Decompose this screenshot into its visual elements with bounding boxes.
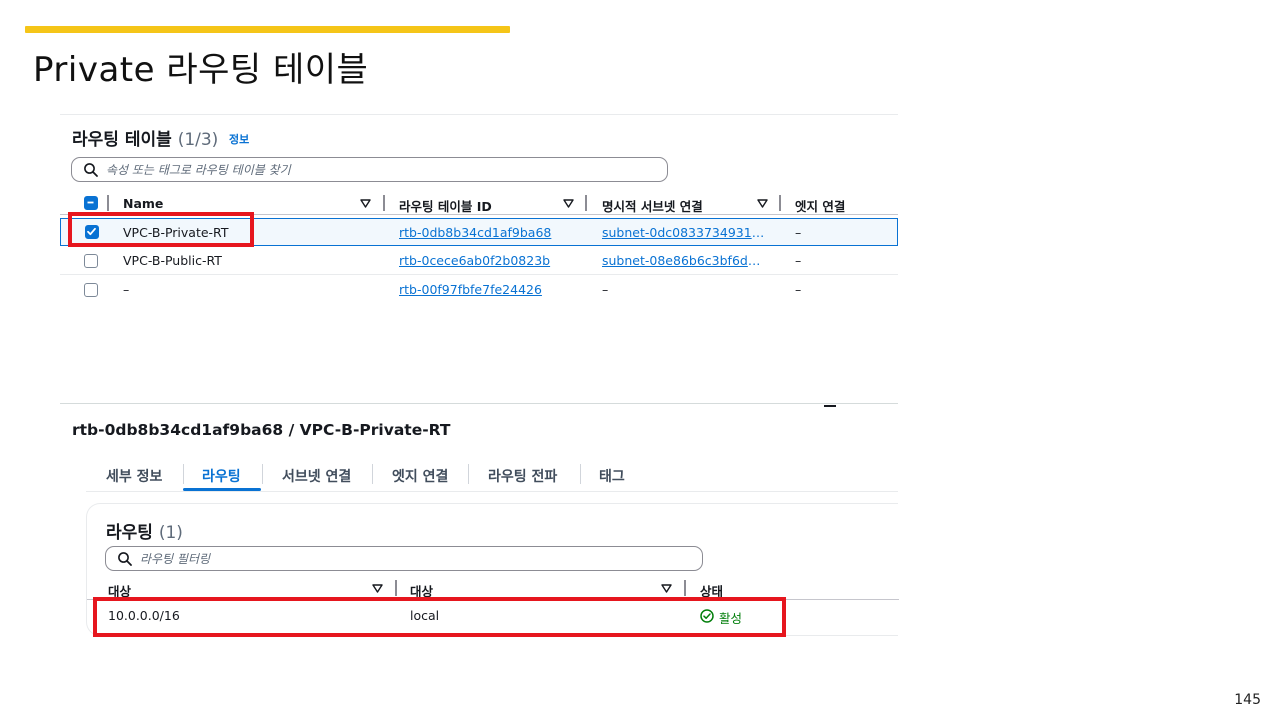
info-link[interactable]: 정보	[229, 131, 249, 147]
table-row[interactable]: VPC-B-Public-RT rtb-0cece6ab0f2b0823b su…	[60, 247, 898, 275]
row-subnet-association[interactable]: subnet-08e86b6c3bf6d0…	[602, 253, 766, 268]
active-tab-indicator	[183, 488, 261, 491]
row-checkbox[interactable]	[84, 283, 98, 297]
column-divider[interactable]	[395, 580, 397, 596]
sort-icon[interactable]	[563, 199, 574, 208]
title-accent-bar	[25, 26, 510, 33]
tab-divider	[468, 464, 469, 484]
column-divider[interactable]	[684, 580, 686, 596]
column-header-name[interactable]: Name	[123, 196, 163, 211]
row-name: –	[123, 282, 130, 297]
route-tables-count: (1/3)	[177, 130, 219, 150]
row-edge-association: –	[795, 253, 802, 268]
search-icon	[84, 163, 98, 177]
tab-divider	[372, 464, 373, 484]
routes-heading-label: 라우팅	[106, 523, 153, 543]
route-tables-panel: 라우팅 테이블 (1/3) 정보 Name 라우팅 테이블 ID 명시적 서브넷…	[60, 114, 898, 404]
route-tables-search-input[interactable]	[106, 160, 656, 179]
detail-tabs: 세부 정보 라우팅 서브넷 연결 엣지 연결 라우팅 전파 태그	[86, 458, 898, 492]
row-route-table-id[interactable]: rtb-00f97fbfe7fe24426	[399, 282, 542, 297]
routes-count: (1)	[158, 523, 183, 543]
tab-tags[interactable]: 태그	[599, 466, 625, 486]
route-tables-heading-label: 라우팅 테이블	[72, 130, 172, 150]
tab-divider	[183, 464, 184, 484]
route-tables-heading: 라우팅 테이블 (1/3)	[72, 125, 218, 150]
detail-title: rtb-0db8b34cd1af9ba68 / VPC-B-Private-RT	[72, 421, 451, 439]
row-checkbox[interactable]	[84, 254, 98, 268]
page-number: 145	[1234, 692, 1261, 708]
sort-icon[interactable]	[661, 584, 672, 593]
search-icon	[118, 552, 132, 566]
row-route-table-id[interactable]: rtb-0db8b34cd1af9ba68	[399, 225, 551, 240]
column-divider[interactable]	[779, 195, 781, 211]
tab-edge-associations[interactable]: 엣지 연결	[392, 466, 448, 486]
row-subnet-association[interactable]: subnet-0dc08337349316…	[602, 225, 766, 240]
tab-divider	[262, 464, 263, 484]
row-edge-association: –	[795, 225, 802, 240]
tab-divider	[580, 464, 581, 484]
column-divider[interactable]	[585, 195, 587, 211]
select-all-checkbox[interactable]	[84, 196, 98, 210]
column-header-id[interactable]: 라우팅 테이블 ID	[399, 196, 492, 215]
sort-icon[interactable]	[757, 199, 768, 208]
collapse-handle[interactable]	[824, 405, 836, 407]
column-divider[interactable]	[383, 195, 385, 211]
indeterminate-icon	[87, 201, 94, 204]
row-name: VPC-B-Public-RT	[123, 253, 222, 268]
sort-icon[interactable]	[360, 199, 371, 208]
column-header-subnet[interactable]: 명시적 서브넷 연결	[602, 196, 703, 215]
slide-title: Private 라우팅 테이블	[33, 50, 369, 90]
row-edge-association: –	[795, 282, 802, 297]
row-route-table-id[interactable]: rtb-0cece6ab0f2b0823b	[399, 253, 550, 268]
column-divider	[107, 195, 109, 211]
selected-row-highlight	[68, 212, 254, 247]
row-subnet-association: –	[602, 282, 609, 297]
tab-routes[interactable]: 라우팅	[202, 466, 241, 486]
routes-filter-input[interactable]	[140, 549, 690, 568]
tab-subnet-associations[interactable]: 서브넷 연결	[282, 466, 351, 486]
route-tables-search[interactable]	[71, 157, 668, 182]
tab-details[interactable]: 세부 정보	[106, 466, 162, 486]
route-row-highlight	[93, 597, 786, 637]
routes-filter[interactable]	[105, 546, 703, 571]
tab-route-propagation[interactable]: 라우팅 전파	[488, 466, 557, 486]
column-header-edge[interactable]: 엣지 연결	[795, 196, 845, 215]
routes-heading: 라우팅 (1)	[106, 518, 183, 543]
sort-icon[interactable]	[372, 584, 383, 593]
table-row[interactable]: – rtb-00f97fbfe7fe24426 – –	[60, 276, 898, 304]
